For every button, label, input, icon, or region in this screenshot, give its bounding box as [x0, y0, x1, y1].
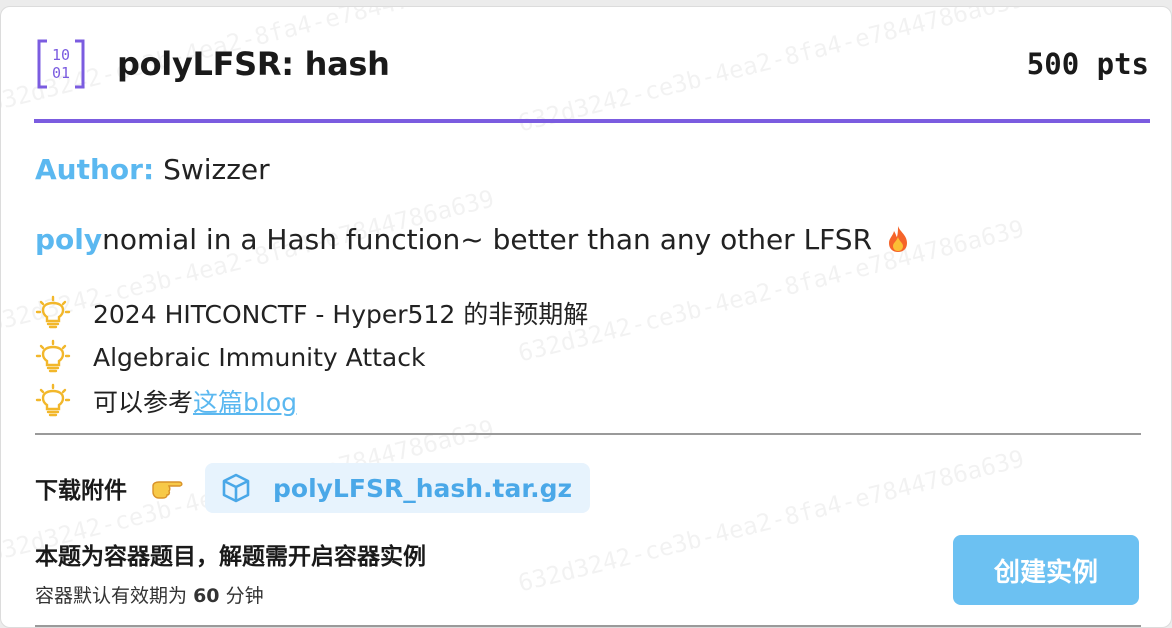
binary-icon: 10 01	[37, 39, 85, 89]
create-instance-button[interactable]: 创建实例	[953, 535, 1139, 605]
watermark: 632d3242-ce3b-4ea2-8fa4-e7844786a639	[515, 444, 1027, 598]
challenge-points: 500 pts	[1026, 47, 1149, 81]
attachment-download-button[interactable]: polyLFSR_hash.tar.gz	[205, 463, 591, 513]
validity-unit: 分钟	[225, 585, 264, 607]
package-icon	[222, 473, 250, 503]
validity-minutes: 60	[193, 585, 220, 607]
challenge-description: polynomial in a Hash function~ better th…	[35, 223, 911, 256]
bottom-divider	[35, 625, 1141, 627]
author-line: Author: Swizzer	[35, 153, 270, 186]
lightbulb-icon	[35, 383, 71, 417]
svg-text:01: 01	[52, 64, 70, 82]
description-text: nomial in a Hash function~ better than a…	[102, 223, 873, 256]
hint-text: 可以参考	[93, 388, 194, 417]
hint-item: 可以参考 这篇blog	[35, 379, 588, 423]
attachment-filename: polyLFSR_hash.tar.gz	[273, 473, 573, 503]
header-divider	[34, 119, 1150, 123]
description-highlight: poly	[35, 223, 103, 256]
hint-text: Algebraic Immunity Attack	[93, 342, 426, 372]
hint-list: 2024 HITCONCTF - Hyper512 的非预期解 Algebrai…	[35, 291, 588, 423]
author-name: Swizzer	[163, 153, 270, 186]
svg-text:10: 10	[52, 46, 70, 64]
lightbulb-icon	[35, 295, 71, 329]
container-info: 本题为容器题目，解题需开启容器实例 容器默认有效期为 60 分钟	[35, 537, 426, 608]
fire-icon	[888, 226, 907, 252]
download-row: 下载附件 polyLFSR_hash.tar.gz	[35, 463, 591, 513]
challenge-header: 10 01 polyLFSR: hash 500 pts	[35, 35, 1149, 97]
container-notice: 本题为容器题目，解题需开启容器实例	[35, 544, 426, 570]
hint-item: 2024 HITCONCTF - Hyper512 的非预期解	[35, 291, 588, 335]
container-validity: 容器默认有效期为 60 分钟	[35, 581, 426, 608]
download-label: 下载附件	[35, 478, 127, 504]
hint-text: 2024 HITCONCTF - Hyper512 的非预期解	[93, 300, 589, 329]
hint-item: Algebraic Immunity Attack	[35, 335, 588, 379]
validity-prefix: 容器默认有效期为	[35, 585, 188, 607]
pointing-hand-icon	[152, 481, 183, 499]
section-divider	[35, 433, 1141, 435]
author-label: Author:	[35, 153, 155, 186]
lightbulb-icon	[35, 339, 71, 373]
challenge-title: polyLFSR: hash	[117, 45, 390, 83]
challenge-card: 632d3242-ce3b-4ea2-8fa4-e7844786a639 632…	[0, 6, 1172, 628]
blog-link[interactable]: 这篇blog	[193, 383, 297, 419]
